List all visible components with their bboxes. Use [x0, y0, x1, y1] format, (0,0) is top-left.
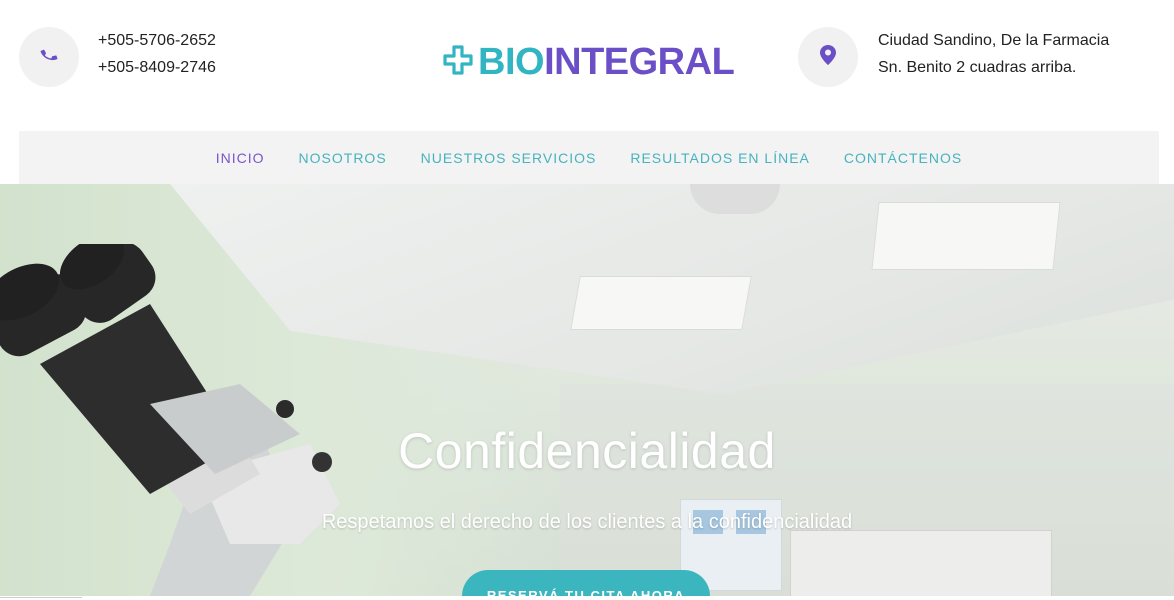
hero-title: Confidencialidad — [398, 423, 776, 479]
main-nav: INICIO NOSOTROS NUESTROS SERVICIOS RESUL… — [19, 131, 1159, 184]
nav-item-servicios[interactable]: NUESTROS SERVICIOS — [421, 150, 597, 166]
nav-item-nosotros[interactable]: NOSOTROS — [299, 150, 387, 166]
nav-item-inicio[interactable]: INICIO — [216, 150, 265, 166]
phone-number-1[interactable]: +505-5706-2652 — [98, 27, 216, 54]
medical-cross-icon — [443, 44, 478, 80]
map-pin-icon — [820, 44, 836, 70]
hero-subtitle: Respetamos el derecho de los clientes a … — [321, 511, 853, 533]
divider — [0, 597, 82, 598]
site-header: +505-5706-2652 +505-8409-2746 BIO INTEGR… — [0, 0, 1174, 130]
nav-item-contactenos[interactable]: CONTÁCTENOS — [844, 150, 962, 166]
phone-number-2[interactable]: +505-8409-2746 — [98, 54, 216, 81]
book-appointment-button[interactable]: RESERVÁ TU CITA AHORA — [462, 570, 710, 596]
nav-item-resultados[interactable]: RESULTADOS EN LÍNEA — [630, 150, 810, 166]
hero-slider: Confidencialidad Respetamos el derecho d… — [0, 184, 1174, 596]
phone-icon — [40, 46, 58, 69]
hero-overlay — [0, 184, 1174, 596]
address-line-1: Ciudad Sandino, De la Farmacia — [878, 32, 1110, 49]
logo-text-integral: INTEGRAL — [544, 41, 735, 83]
phone-numbers: +505-5706-2652 +505-8409-2746 — [98, 27, 216, 81]
site-logo[interactable]: BIO INTEGRAL — [443, 38, 735, 86]
address-line-2: Sn. Benito 2 cuadras arriba. — [878, 59, 1077, 76]
location-icon-circle — [798, 27, 858, 87]
address: Ciudad Sandino, De la Farmacia Sn. Benit… — [878, 27, 1109, 81]
logo-text-bio: BIO — [478, 41, 545, 83]
phone-icon-circle — [19, 27, 79, 87]
page-bottom-edge — [0, 596, 1174, 600]
